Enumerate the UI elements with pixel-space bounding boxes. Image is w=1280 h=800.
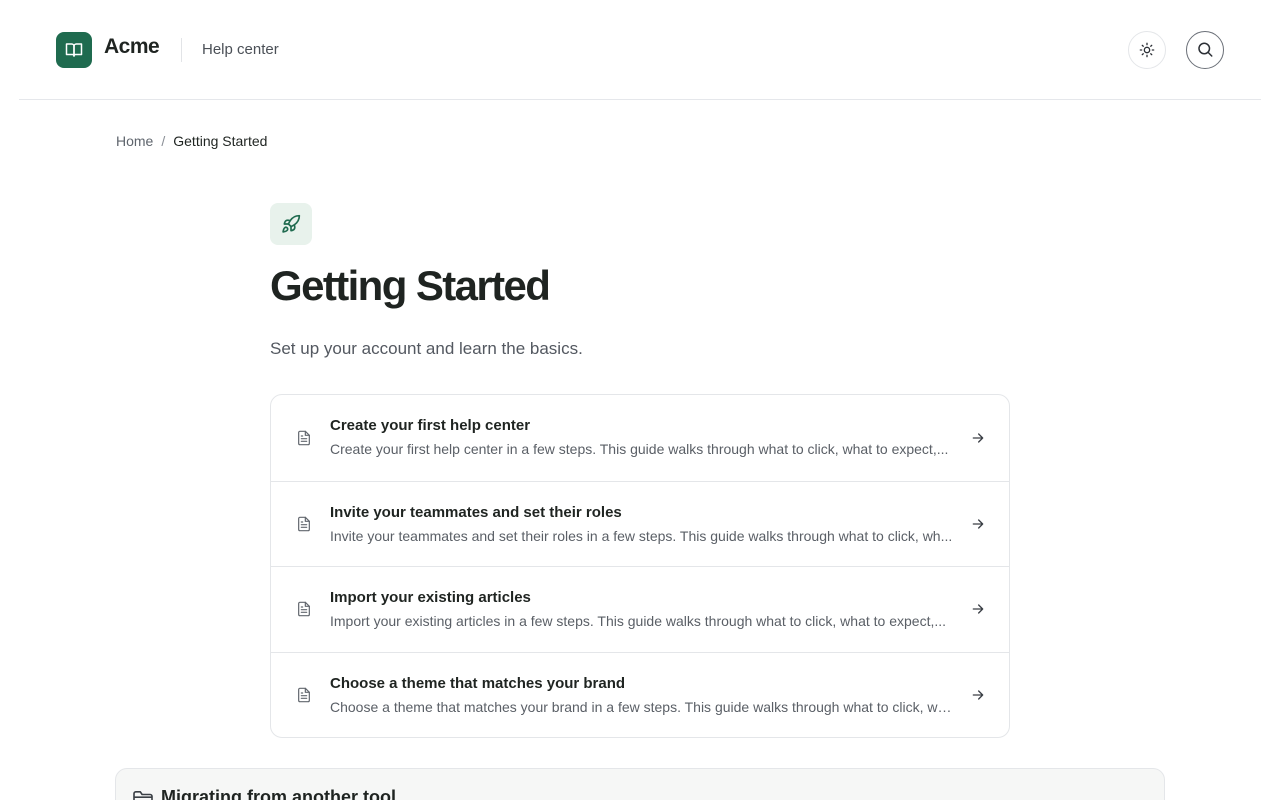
breadcrumb-separator: / bbox=[161, 133, 166, 149]
book-icon bbox=[65, 43, 83, 57]
breadcrumb-current: Getting Started bbox=[173, 133, 268, 149]
article-item[interactable]: Import your existing articles Import you… bbox=[271, 566, 1009, 652]
arrow-right-icon bbox=[969, 429, 987, 447]
arrow-right-icon bbox=[969, 515, 987, 533]
search-icon bbox=[1198, 42, 1213, 57]
article-title: Choose a theme that matches your brand bbox=[330, 674, 626, 692]
article-title: Invite your teammates and set their role… bbox=[330, 503, 622, 521]
search-button[interactable] bbox=[1186, 31, 1224, 69]
folder-icon bbox=[132, 790, 154, 800]
article-excerpt: Import your existing articles in a few s… bbox=[330, 613, 947, 630]
section-card-migrating[interactable]: Migrating from another tool bbox=[115, 768, 1165, 800]
article-excerpt: Invite your teammates and set their role… bbox=[330, 527, 953, 544]
breadcrumb: Home / Getting Started bbox=[116, 133, 267, 149]
page-description: Set up your account and learn the basics… bbox=[270, 339, 583, 358]
sun-icon bbox=[1139, 42, 1155, 58]
header-divider bbox=[181, 38, 182, 62]
article-item[interactable]: Create your first help center Create you… bbox=[271, 395, 1009, 481]
article-title: Create your first help center bbox=[330, 417, 531, 434]
help-center-link[interactable]: Help center bbox=[202, 41, 279, 58]
article-item[interactable]: Choose a theme that matches your brand C… bbox=[271, 651, 1009, 738]
arrow-right-icon bbox=[969, 686, 987, 704]
theme-toggle-button[interactable] bbox=[1128, 31, 1166, 69]
document-icon bbox=[295, 515, 313, 533]
document-icon bbox=[295, 600, 313, 618]
logo[interactable] bbox=[56, 32, 92, 68]
section-title: Migrating from another tool bbox=[161, 787, 396, 800]
brand-name[interactable]: Acme bbox=[104, 35, 160, 59]
rocket-icon bbox=[282, 214, 301, 233]
breadcrumb-home-link[interactable]: Home bbox=[116, 133, 153, 149]
article-item[interactable]: Invite your teammates and set their role… bbox=[271, 480, 1009, 567]
article-title: Import your existing articles bbox=[330, 589, 531, 607]
page-title: Getting Started bbox=[270, 262, 551, 309]
article-excerpt: Create your first help center in a few s… bbox=[330, 441, 949, 457]
document-icon bbox=[295, 429, 313, 447]
site-header: Acme Help center bbox=[19, 0, 1261, 100]
article-excerpt: Choose a theme that matches your brand i… bbox=[330, 698, 953, 715]
arrow-right-icon bbox=[969, 600, 987, 618]
document-icon bbox=[295, 686, 313, 704]
category-icon-badge bbox=[270, 203, 312, 245]
article-list: Create your first help center Create you… bbox=[270, 394, 1010, 739]
